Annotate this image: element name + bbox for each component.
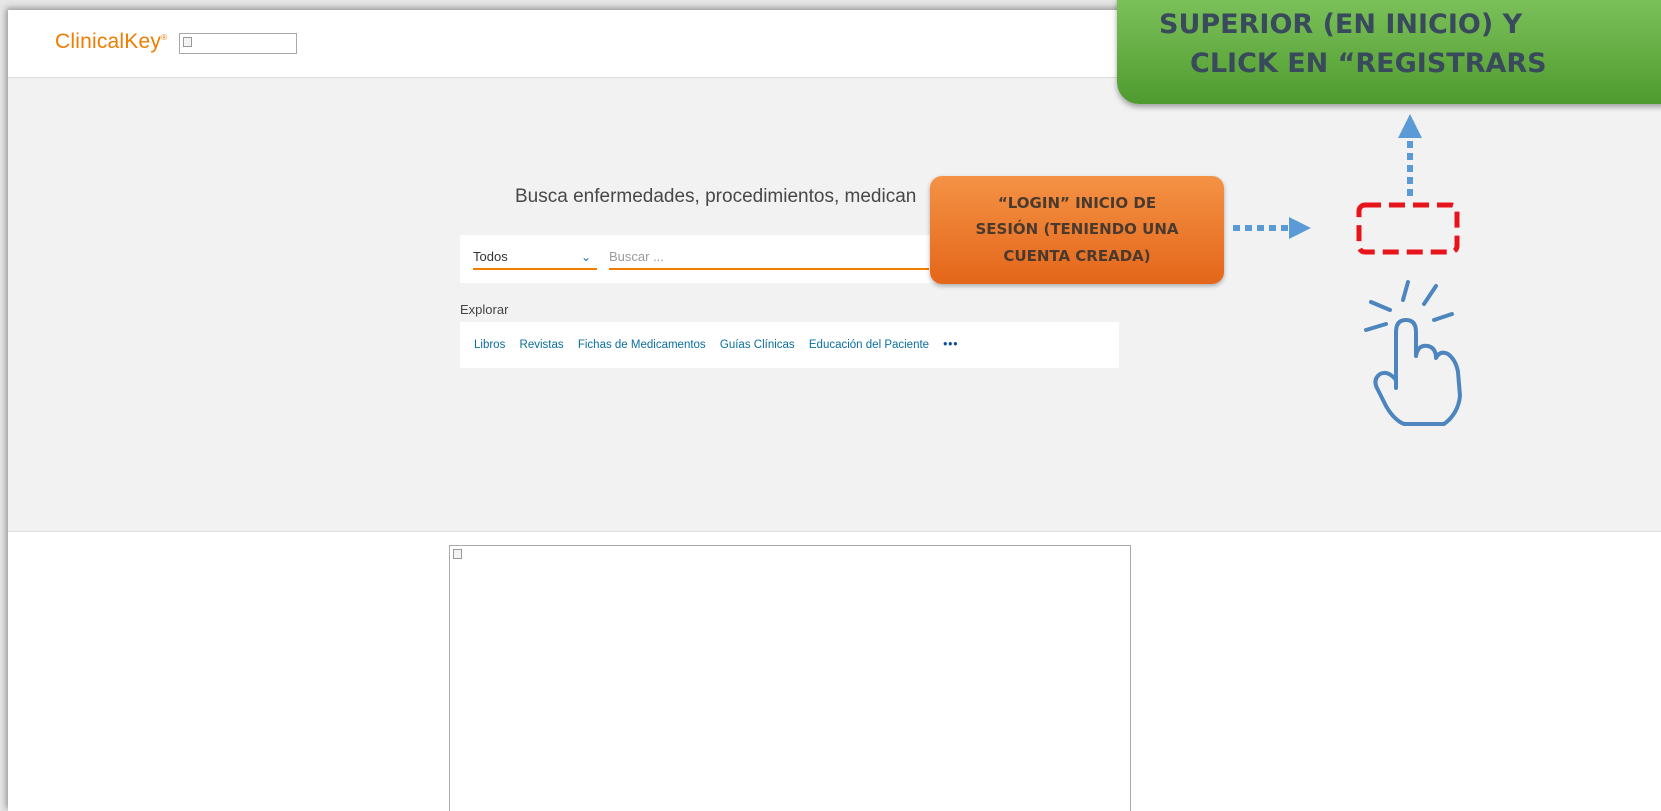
dotted-arrow-right [1233, 217, 1311, 239]
click-hand-icon [1364, 280, 1462, 426]
login-callout-line-2: SESIÓN (TENIENDO UNA [975, 220, 1179, 238]
login-callout-line-3: CUENTA CREADA) [1003, 247, 1151, 265]
tutorial-overlay [1233, 114, 1462, 426]
login-callout-line-1: “LOGIN” INICIO DE [997, 194, 1157, 212]
login-highlight-box [1356, 202, 1460, 255]
dotted-arrow-up [1398, 114, 1422, 196]
registration-callout: SUPERIOR (EN INICIO) Y CLICK EN “REGISTR… [1117, 0, 1661, 104]
login-callout: “LOGIN” INICIO DE SESIÓN (TENIENDO UNA C… [930, 176, 1224, 284]
callout-line-2: CLICK EN “REGISTRARS [1190, 48, 1547, 79]
callout-line-1: SUPERIOR (EN INICIO) Y [1159, 9, 1523, 40]
